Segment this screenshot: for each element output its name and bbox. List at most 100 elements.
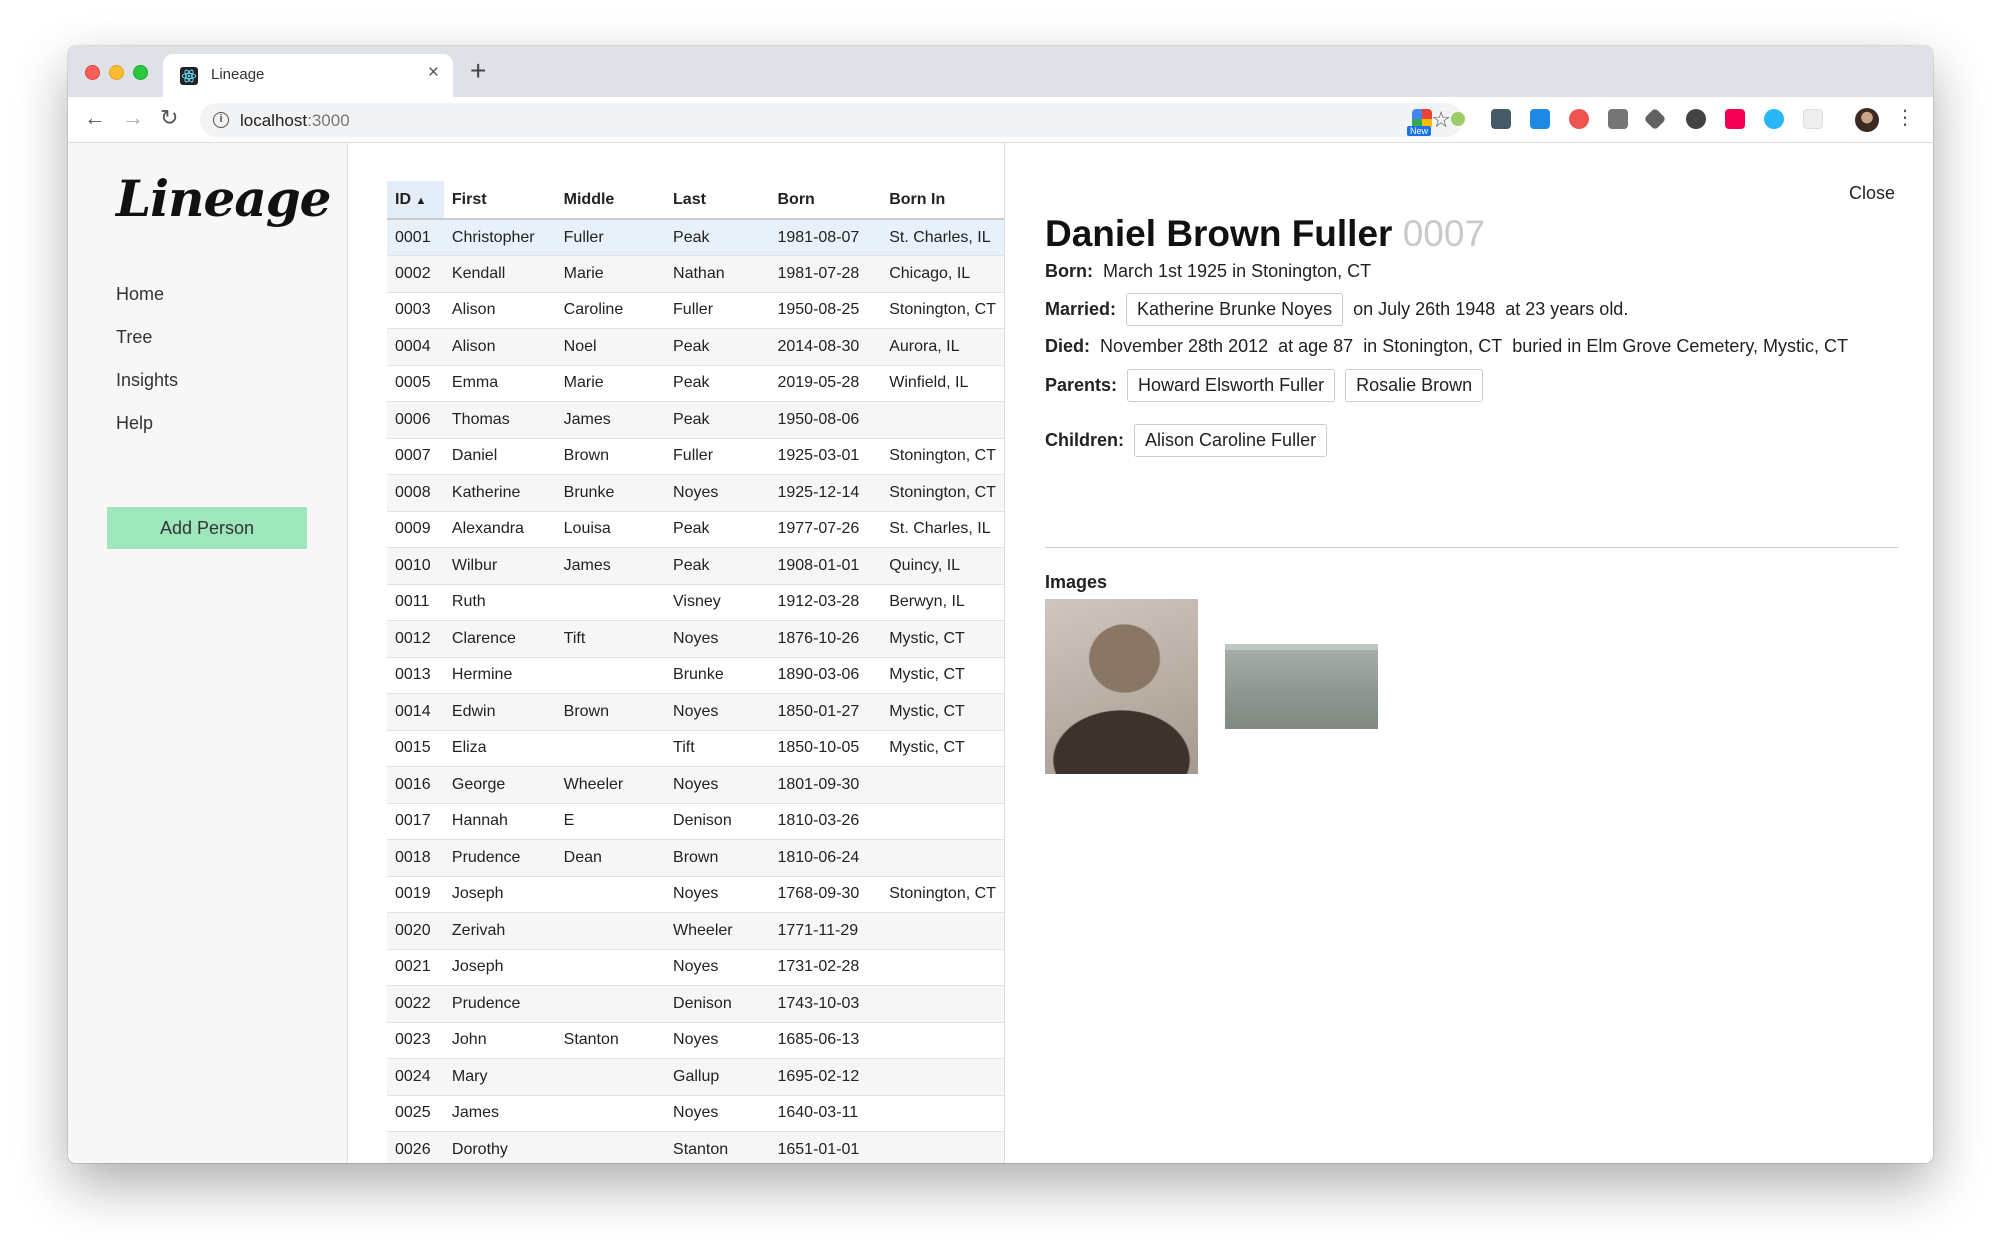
table-row[interactable]: 0010 Wilbur James Peak 1908-01-01 Quincy, IL xyxy=(387,547,1004,585)
table-row[interactable]: 0017 Hannah E Denison 1810-03-26 xyxy=(387,803,1004,840)
cell-born-in xyxy=(881,912,1004,950)
sidebar-item-help[interactable]: Help xyxy=(116,412,178,455)
table-row[interactable]: 0012 Clarence Tift Noyes 1876-10-26 Mystic, C… xyxy=(387,620,1004,658)
cell-born-in xyxy=(881,803,1004,840)
sync-extension-icon[interactable] xyxy=(1686,109,1706,129)
cell-born: 1810-03-26 xyxy=(769,803,882,840)
cell-last: Peak xyxy=(665,219,770,256)
cell-first: Mary xyxy=(443,1058,556,1096)
url-text[interactable]: localhost:3000 xyxy=(240,111,350,131)
forward-arrow-icon[interactable]: → xyxy=(122,105,144,131)
cell-id: 0011 xyxy=(387,584,444,621)
address-bar[interactable]: i localhost:3000 ☆ xyxy=(200,103,1463,137)
browser-menu-icon[interactable]: ⋮ xyxy=(1895,105,1915,130)
table-row[interactable]: 0008 Katherine Brunke Noyes 1925-12-14 Stonin… xyxy=(387,474,1004,512)
column-header-id[interactable]: ID ▲ xyxy=(387,181,444,220)
cell-born: 1981-07-28 xyxy=(769,255,882,293)
parent-link[interactable]: Howard Elsworth Fuller xyxy=(1127,369,1336,402)
portrait-photo[interactable] xyxy=(1045,599,1198,774)
new-tab-button[interactable]: + xyxy=(470,55,486,87)
column-header-middle[interactable]: Middle xyxy=(555,181,666,220)
sidebar-item-tree[interactable]: Tree xyxy=(116,326,178,369)
table-row[interactable]: 0003 Alison Caroline Fuller 1950-08-25 Stonin… xyxy=(387,292,1004,329)
translate-extension-icon[interactable] xyxy=(1530,109,1550,129)
person-detail-panel: Close Daniel Brown Fuller 0007 Born: Mar… xyxy=(1005,143,1933,1163)
table-row[interactable]: 0020 Zerivah Wheeler 1771-11-29 xyxy=(387,912,1004,950)
table-row[interactable]: 0005 Emma Marie Peak 2019-05-28 Winfield, IL xyxy=(387,365,1004,402)
a-extension-icon[interactable] xyxy=(1725,109,1745,129)
cell-middle xyxy=(555,1095,666,1132)
js-extension-icon[interactable] xyxy=(1451,112,1465,126)
table-row[interactable]: 0007 Daniel Brown Fuller 1925-03-01 Stoningto… xyxy=(387,438,1004,475)
column-header-born-in[interactable]: Born In xyxy=(881,181,1004,220)
back-arrow-icon[interactable]: ← xyxy=(84,105,106,131)
g-extension-icon[interactable] xyxy=(1608,109,1628,129)
parent-link[interactable]: Rosalie Brown xyxy=(1345,369,1484,402)
table-row[interactable]: 0015 Eliza Tift 1850-10-05 Mystic, CT xyxy=(387,730,1004,767)
table-row[interactable]: 0026 Dorothy Stanton 1651-01-01 xyxy=(387,1131,1004,1163)
sidebar-item-insights[interactable]: Insights xyxy=(116,369,178,412)
cell-id: 0023 xyxy=(387,1022,444,1059)
site-info-icon[interactable]: i xyxy=(213,112,229,128)
table-row[interactable]: 0025 James Noyes 1640-03-11 xyxy=(387,1095,1004,1132)
tab-close-icon[interactable]: × xyxy=(428,62,439,84)
bookmark-star-icon[interactable]: ☆ xyxy=(1431,107,1451,133)
maximize-window-button[interactable] xyxy=(133,65,148,80)
column-header-last[interactable]: Last xyxy=(665,181,770,220)
child-link[interactable]: Alison Caroline Fuller xyxy=(1134,424,1328,457)
minimize-window-button[interactable] xyxy=(109,65,124,80)
add-person-button[interactable]: Add Person xyxy=(107,507,307,549)
table-row[interactable]: 0014 Edwin Brown Noyes 1850-01-27 Mystic, CT xyxy=(387,693,1004,731)
table-row[interactable]: 0019 Joseph Noyes 1768-09-30 Stonington, CT xyxy=(387,876,1004,913)
table-row[interactable]: 0022 Prudence Denison 1743-10-03 xyxy=(387,985,1004,1023)
calendar-extension-icon[interactable] xyxy=(1491,109,1511,129)
cell-last: Noyes xyxy=(665,949,770,986)
tab-bar: Lineage × + xyxy=(68,46,1933,97)
cell-first: Alexandra xyxy=(443,511,556,548)
died-place: in Stonington, CT xyxy=(1363,336,1503,356)
cell-id: 0017 xyxy=(387,803,444,840)
profile-avatar[interactable] xyxy=(1855,108,1879,132)
blank-extension-icon[interactable] xyxy=(1803,109,1823,129)
cell-born-in: Stonington, CT xyxy=(881,474,1004,512)
table-row[interactable]: 0004 Alison Noel Peak 2014-08-30 Aurora, IL xyxy=(387,328,1004,366)
close-window-button[interactable] xyxy=(85,65,100,80)
cell-first: Hannah xyxy=(443,803,556,840)
table-header-row: ID ▲ First Middle Last Born Born In xyxy=(387,181,1004,220)
married-row: Married: Katherine Brunke Noyes on July … xyxy=(1045,293,1628,326)
app-logo[interactable]: Lineage xyxy=(116,169,331,228)
cell-id: 0014 xyxy=(387,693,444,731)
table-row[interactable]: 0024 Mary Gallup 1695-02-12 xyxy=(387,1058,1004,1096)
close-detail-button[interactable]: Close xyxy=(1849,183,1895,204)
browser-tab[interactable]: Lineage × xyxy=(163,54,453,97)
cell-born-in xyxy=(881,949,1004,986)
column-header-first[interactable]: First xyxy=(443,181,556,220)
table-row[interactable]: 0021 Joseph Noyes 1731-02-28 xyxy=(387,949,1004,986)
tomato-extension-icon[interactable] xyxy=(1569,109,1589,129)
spouse-link[interactable]: Katherine Brunke Noyes xyxy=(1126,293,1344,326)
tag-extension-icon[interactable] xyxy=(1643,107,1667,131)
cell-first: Kendall xyxy=(443,255,556,293)
table-row[interactable]: 0018 Prudence Dean Brown 1810-06-24 xyxy=(387,839,1004,877)
sidebar-item-home[interactable]: Home xyxy=(116,283,178,326)
table-row[interactable]: 0013 Hermine Brunke 1890-03-06 Mystic, CT xyxy=(387,657,1004,694)
column-header-born[interactable]: Born xyxy=(769,181,882,220)
cell-born: 1801-09-30 xyxy=(769,766,882,804)
table-row[interactable]: 0009 Alexandra Louisa Peak 1977-07-26 St. Cha… xyxy=(387,511,1004,548)
table-row[interactable]: 0006 Thomas James Peak 1950-08-06 xyxy=(387,401,1004,439)
section-divider xyxy=(1045,547,1898,548)
react-icon xyxy=(180,67,198,85)
cell-middle: Brown xyxy=(555,438,666,475)
circle-extension-icon[interactable] xyxy=(1764,109,1784,129)
gravestone-photo[interactable] xyxy=(1225,644,1378,729)
table-row[interactable]: 0001 Christopher Fuller Peak 1981-08-07 St. C… xyxy=(387,219,1004,256)
cell-id: 0001 xyxy=(387,219,444,256)
table-row[interactable]: 0011 Ruth Visney 1912-03-28 Berwyn, IL xyxy=(387,584,1004,621)
reload-icon[interactable]: ↻ xyxy=(160,105,178,131)
cell-last: Peak xyxy=(665,401,770,439)
table-row[interactable]: 0002 Kendall Marie Nathan 1981-07-28 Chicago,… xyxy=(387,255,1004,293)
table-row[interactable]: 0016 George Wheeler Noyes 1801-09-30 xyxy=(387,766,1004,804)
cell-last: Noyes xyxy=(665,876,770,913)
cell-born-in: Mystic, CT xyxy=(881,693,1004,731)
table-row[interactable]: 0023 John Stanton Noyes 1685-06-13 xyxy=(387,1022,1004,1059)
